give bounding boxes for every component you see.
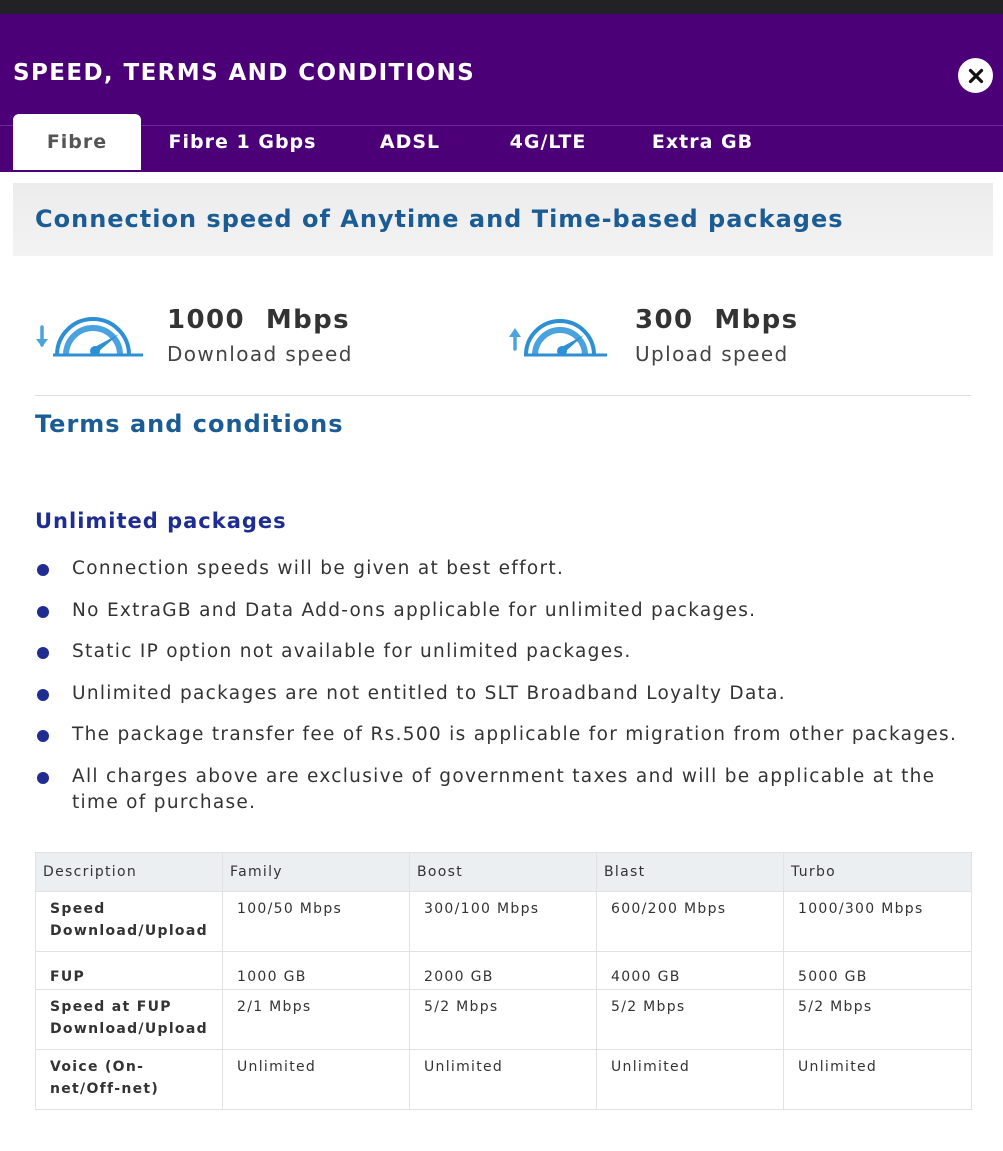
- list-item: Connection speeds will be given at best …: [35, 556, 970, 582]
- close-button[interactable]: [958, 58, 993, 93]
- list-item: No ExtraGB and Data Add-ons applicable f…: [35, 598, 970, 624]
- table-cell: 1000 GB: [222, 951, 410, 990]
- column-header: Description: [35, 852, 223, 892]
- section-heading-bar: Connection speed of Anytime and Time-bas…: [13, 183, 993, 256]
- column-header: Boost: [409, 852, 597, 892]
- column-header: Blast: [596, 852, 784, 892]
- packages-table: Description Family Boost Blast Turbo Spe…: [35, 852, 972, 1110]
- table-cell: Unlimited: [222, 1049, 410, 1110]
- unlimited-packages-title: Unlimited packages: [35, 509, 287, 533]
- table-cell: 5000 GB: [783, 951, 972, 990]
- list-item: Static IP option not available for unlim…: [35, 639, 970, 665]
- bullet-dot-icon: [37, 771, 49, 784]
- table-cell: 5/2 Mbps: [783, 989, 972, 1050]
- status-bar: [0, 0, 1003, 14]
- upload-speed-value: 300 Mbps: [635, 305, 799, 335]
- table-cell: 1000/300 Mbps: [783, 891, 972, 952]
- tab-adsl[interactable]: ADSL: [365, 114, 455, 170]
- upload-speed-gauge-icon: [509, 319, 607, 357]
- terms-title: Terms and conditions: [35, 410, 344, 438]
- column-header: Family: [222, 852, 410, 892]
- download-speed-gauge-icon: [36, 317, 143, 357]
- table-cell: 300/100 Mbps: [409, 891, 597, 952]
- table-row: Speed Download/Upload 100/50 Mbps 300/10…: [35, 891, 972, 952]
- column-header: Turbo: [783, 852, 972, 892]
- table-row: Speed at FUP Download/Upload 2/1 Mbps 5/…: [35, 989, 972, 1050]
- tab-extra-gb[interactable]: Extra GB: [640, 114, 765, 170]
- close-icon: [968, 68, 983, 83]
- bullet-dot-icon: [37, 605, 49, 618]
- table-row: Voice (On-net/Off-net) Unlimited Unlimit…: [35, 1049, 972, 1110]
- bullet-dot-icon: [37, 647, 49, 659]
- row-header: FUP: [35, 951, 223, 990]
- bullet-dot-icon: [37, 730, 49, 742]
- row-header: Voice (On-net/Off-net): [35, 1049, 223, 1110]
- tab-4g-lte[interactable]: 4G/LTE: [493, 114, 603, 170]
- download-speed-label: Download speed: [167, 342, 353, 366]
- section-heading: Connection speed of Anytime and Time-bas…: [35, 205, 844, 233]
- table-cell: 5/2 Mbps: [596, 989, 784, 1050]
- table-cell: 2000 GB: [409, 951, 597, 990]
- terms-list: Connection speeds will be given at best …: [35, 556, 970, 831]
- tab-fibre-1-gbps[interactable]: Fibre 1 Gbps: [160, 114, 325, 170]
- row-header: Speed Download/Upload: [35, 891, 223, 952]
- table-cell: Unlimited: [409, 1049, 597, 1110]
- tab-fibre[interactable]: Fibre: [13, 114, 141, 170]
- table-cell: Unlimited: [596, 1049, 784, 1110]
- upload-speed-label: Upload speed: [635, 342, 789, 366]
- table-cell: 5/2 Mbps: [409, 989, 597, 1050]
- row-header: Speed at FUP Download/Upload: [35, 989, 223, 1050]
- table-cell: 4000 GB: [596, 951, 784, 990]
- table-row: FUP 1000 GB 2000 GB 4000 GB 5000 GB: [35, 951, 972, 990]
- list-item: Unlimited packages are not entitled to S…: [35, 681, 970, 707]
- modal-title: SPEED, TERMS AND CONDITIONS: [13, 60, 476, 86]
- table-cell: Unlimited: [783, 1049, 972, 1110]
- table-cell: 2/1 Mbps: [222, 989, 410, 1050]
- list-item: The package transfer fee of Rs.500 is ap…: [35, 722, 970, 748]
- list-item: All charges above are exclusive of gover…: [35, 764, 970, 816]
- bullet-dot-icon: [37, 688, 49, 701]
- bullet-dot-icon: [37, 564, 49, 576]
- section-divider: [35, 395, 971, 396]
- table-header-row: Description Family Boost Blast Turbo: [35, 852, 972, 892]
- table-cell: 100/50 Mbps: [222, 891, 410, 952]
- table-cell: 600/200 Mbps: [596, 891, 784, 952]
- modal-header: SPEED, TERMS AND CONDITIONS Fibre Fibre …: [0, 14, 1003, 172]
- download-speed-value: 1000 Mbps: [167, 305, 351, 335]
